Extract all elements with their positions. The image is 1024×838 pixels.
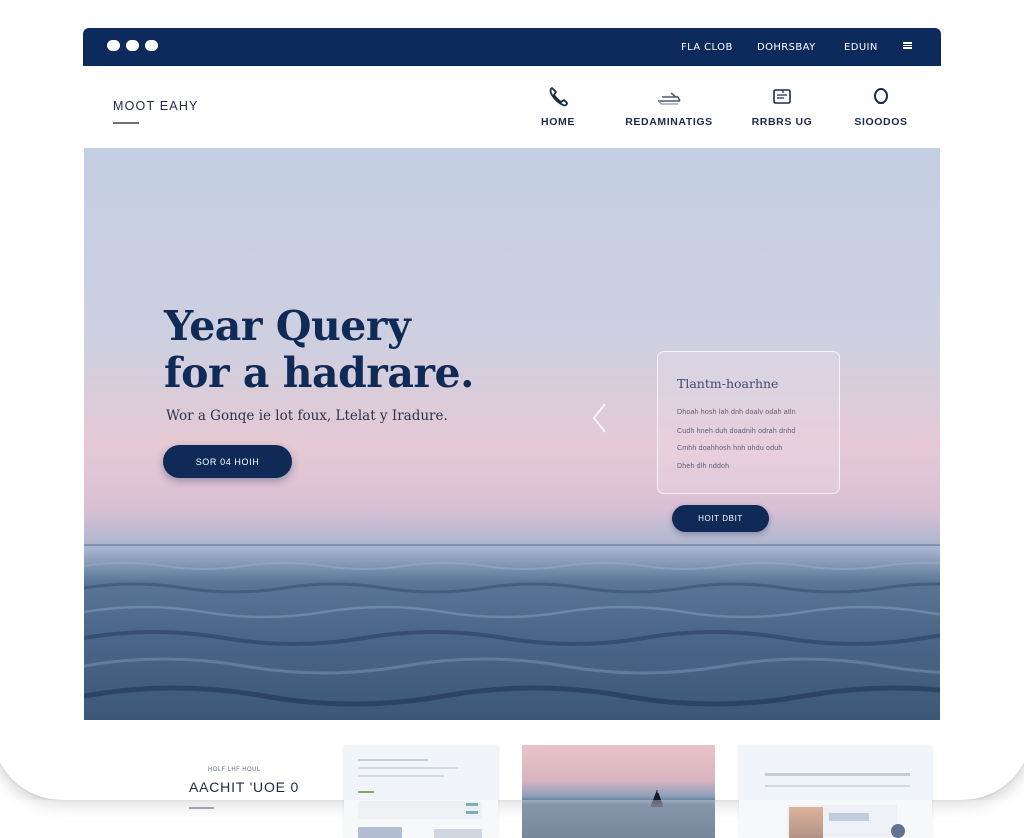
window-dot-icon[interactable] [145,40,158,51]
info-card-text-line: Dheh dlh nddoh [677,463,730,470]
avatar [789,807,823,838]
info-card-text-line: Dhoah hosh lah dnh doalv odah atln [677,409,796,416]
info-card-text-line: Cudh hneh duh doadnih odrah dnhd [677,428,796,435]
hamburger-menu-icon[interactable] [903,42,912,49]
nav-item-sioodos[interactable]: SIOODOS [852,86,910,128]
window-dot-icon[interactable] [107,40,120,51]
section-title: AACHIT 'UOE 0 [189,779,300,795]
section-eyebrow: HOLF LHF HOUL [208,767,261,773]
hero-title: Year Query for a hadrare. [164,303,474,397]
thumb-panel [358,801,482,819]
thumb-text-line [765,773,910,776]
thumb-text-line [358,767,458,769]
nav-item-label: RRBRS UG [751,116,813,128]
sailboat-icon [651,790,663,807]
thumb-accent-line [358,791,374,793]
nav-item-rrbrs-ug[interactable]: RRBRS UG [750,86,814,128]
topnav-link-1[interactable]: FLA CLOB [681,42,733,53]
hero-title-line: Year Query [164,302,411,350]
circle-icon [874,88,888,104]
document-icon [773,89,791,104]
badge-dot-icon [891,824,905,838]
hero-cta-button[interactable]: SOR 04 HOIH [163,445,292,478]
ocean-waves [84,562,940,707]
preview-thumbnail-2[interactable] [522,745,715,838]
nav-item-home[interactable]: HOME [530,86,586,128]
thumb-image [434,829,482,838]
thumb-text-line [358,775,444,777]
topnav-link-2[interactable]: DOHRSBAY [757,42,816,53]
phone-icon [549,87,568,107]
nav-item-redaminatigs[interactable]: REDAMINATIGS [622,86,716,128]
thumb-text-line [358,759,428,761]
info-card: Tlantm-hoarhne Dhoah hosh lah dnh doalv … [657,351,840,494]
brand-underline [113,122,139,124]
thumb-text-line [829,813,869,821]
brand-logo-text[interactable]: MOOT EAHY [113,99,199,113]
section-underline [189,807,214,809]
topnav-link-3[interactable]: EDUIN [844,42,878,53]
preview-thumbnail-1[interactable] [344,745,498,838]
nav-item-label: HOME [541,116,575,128]
preview-thumbnail-3[interactable] [739,745,932,838]
airplane-icon [658,92,681,105]
info-card-button[interactable]: HOIT DBIT [672,505,769,532]
nav-item-label: REDAMINATIGS [625,116,713,128]
window-dot-icon[interactable] [126,40,139,51]
hero-subtitle: Wor a Gonqe ie lot foux, Ltelat y Iradur… [166,408,448,424]
hero-title-line: for a hadrare. [164,349,474,397]
info-card-title: Tlantm-hoarhne [677,376,779,391]
thumb-accent-line [466,811,478,814]
thumb-image [358,827,402,838]
info-card-text-line: Cmhh doahhosh hnh ohdu oduh [677,445,783,452]
thumb-text-line [765,785,910,787]
thumb-accent-line [466,803,478,806]
hero-banner: Year Query for a hadrare. Wor a Gonqe ie… [84,148,940,720]
nav-item-label: SIOODOS [854,116,908,128]
chevron-left-icon[interactable] [589,401,611,435]
